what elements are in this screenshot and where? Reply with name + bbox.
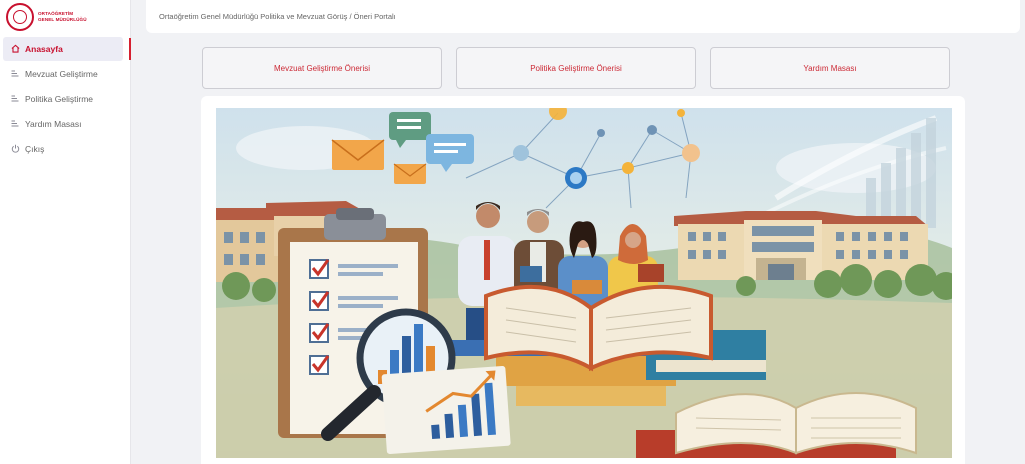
sidebar-item-anasayfa[interactable]: Anasayfa: [3, 37, 123, 61]
sidebar-item-label: Anasayfa: [25, 44, 63, 54]
ministry-emblem-icon: [6, 3, 34, 31]
logo-line-2: GENEL MÜDÜRLÜĞÜ: [38, 17, 87, 22]
sidebar: ORTAÖĞRETİM GENEL MÜDÜRLÜĞÜ Anasayfa Mev…: [0, 0, 131, 464]
document-icon: [8, 95, 22, 104]
home-icon: [8, 44, 22, 55]
yardim-masasi-button[interactable]: Yardım Masası: [710, 47, 950, 89]
politika-oneri-button[interactable]: Politika Geliştirme Önerisi: [456, 47, 696, 89]
sidebar-item-label: Mevzuat Geliştirme: [25, 69, 98, 79]
sidebar-item-yardim[interactable]: Yardım Masası: [3, 112, 123, 136]
action-buttons: Mevzuat Geliştirme Önerisi Politika Geli…: [202, 47, 950, 89]
ministry-logo[interactable]: ORTAÖĞRETİM GENEL MÜDÜRLÜĞÜ: [0, 0, 130, 34]
sidebar-item-mevzuat[interactable]: Mevzuat Geliştirme: [3, 62, 123, 86]
sidebar-item-label: Politika Geliştirme: [25, 94, 94, 104]
hero-illustration: [216, 108, 952, 458]
mevzuat-oneri-button[interactable]: Mevzuat Geliştirme Önerisi: [202, 47, 442, 89]
sidebar-item-politika[interactable]: Politika Geliştirme: [3, 87, 123, 111]
sidebar-item-label: Yardım Masası: [25, 119, 82, 129]
breadcrumb: Ortaöğretim Genel Müdürlüğü Politika ve …: [146, 0, 1020, 33]
sidebar-menu: Anasayfa Mevzuat Geliştirme Politika Gel…: [0, 37, 130, 161]
breadcrumb-text: Ortaöğretim Genel Müdürlüğü Politika ve …: [159, 12, 396, 21]
sidebar-item-label: Çıkış: [25, 144, 45, 154]
document-icon: [8, 120, 22, 129]
active-indicator: [129, 38, 131, 60]
power-icon: [8, 144, 22, 155]
sidebar-item-cikis[interactable]: Çıkış: [3, 137, 123, 161]
document-icon: [8, 70, 22, 79]
